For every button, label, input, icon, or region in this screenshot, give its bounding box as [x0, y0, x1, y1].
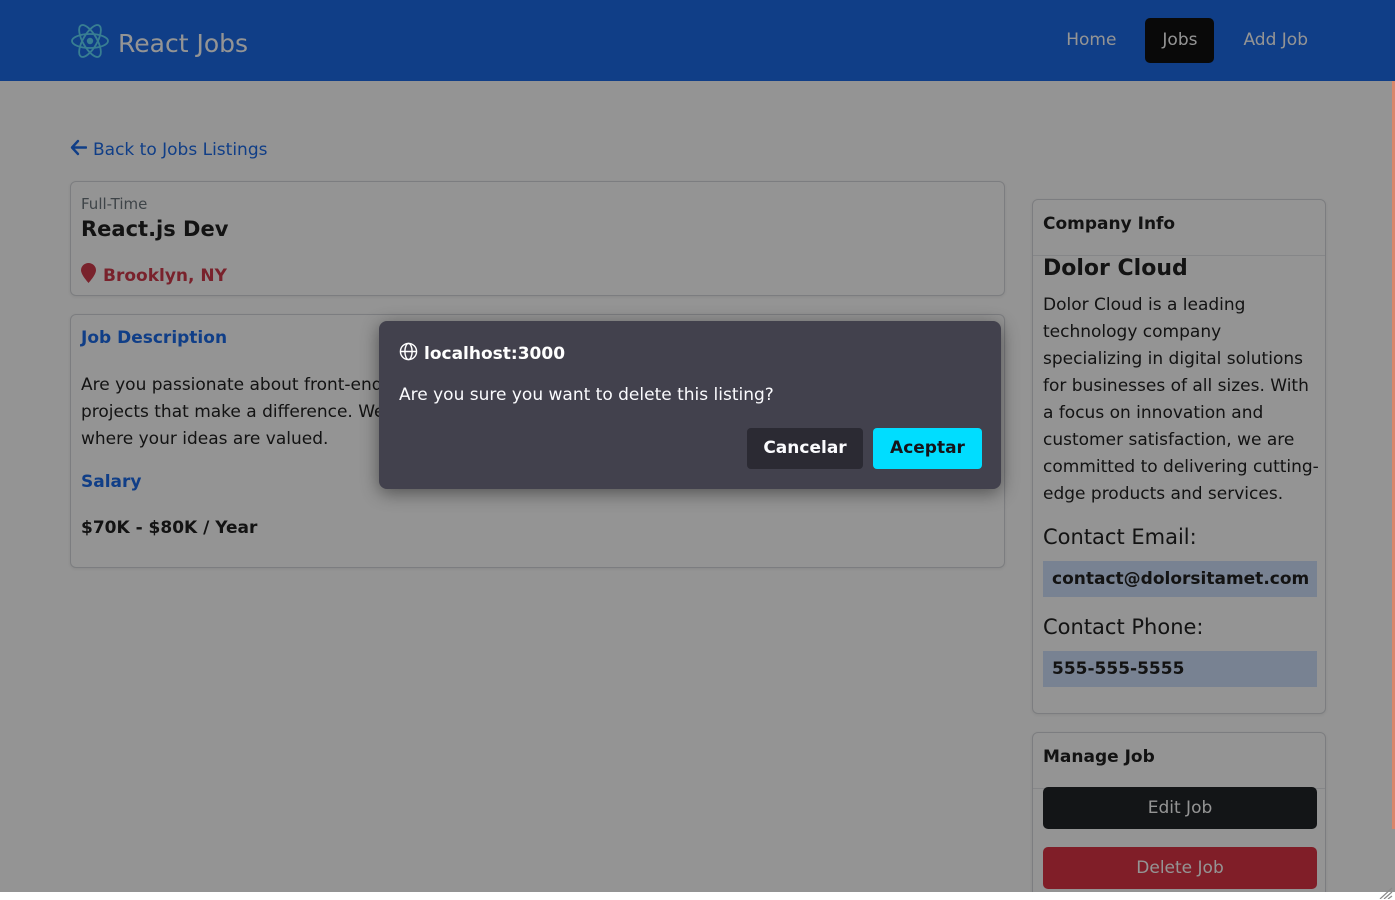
dialog-message: Are you sure you want to delete this lis… [399, 385, 774, 405]
resize-grip-icon[interactable] [1377, 884, 1393, 900]
cancel-button[interactable]: Cancelar [747, 428, 863, 469]
dialog-title: localhost:3000 [399, 342, 565, 366]
window-bottom-edge [0, 892, 1395, 900]
confirm-dialog: localhost:3000 Are you sure you want to … [379, 321, 1001, 489]
accept-button[interactable]: Aceptar [873, 428, 982, 469]
globe-icon [399, 342, 424, 366]
dialog-origin: localhost:3000 [424, 344, 566, 364]
